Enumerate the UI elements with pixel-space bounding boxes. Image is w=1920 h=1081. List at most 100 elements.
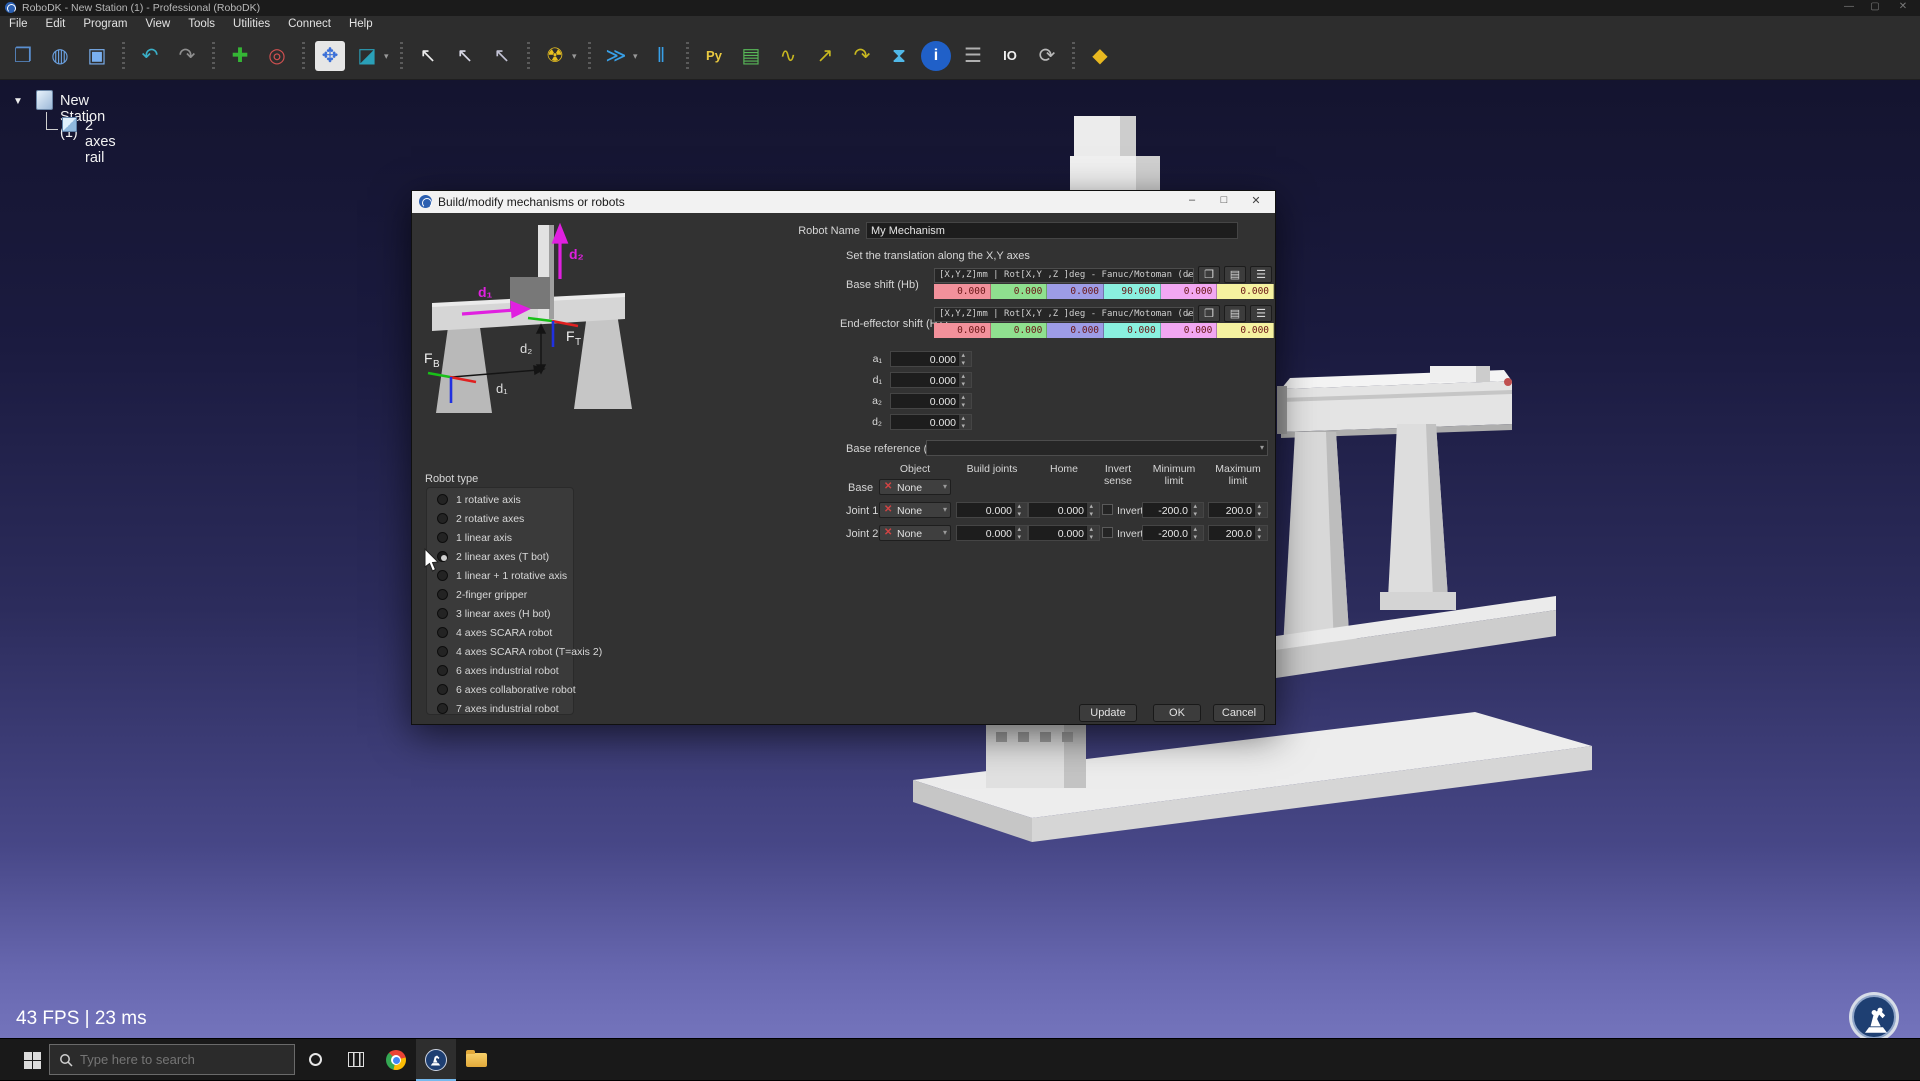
dialog-close-icon[interactable]: ✕ [1244, 194, 1268, 207]
spinner-icon[interactable] [958, 352, 971, 366]
dialog-title-bar[interactable]: Build/modify mechanisms or robots – □ ✕ [412, 191, 1275, 213]
tool-shift-value-cell[interactable]: 0.000 [1161, 323, 1218, 338]
joint1-object-dropdown[interactable]: ✕None ▾ [879, 502, 951, 518]
radio-icon[interactable] [437, 684, 448, 695]
save-station-icon[interactable]: ▣ [80, 39, 114, 73]
robot-type-option[interactable]: 3 linear axes (H bot) [427, 604, 573, 623]
robot-type-option[interactable]: 4 axes SCARA robot (T=axis 2) [427, 642, 573, 661]
minimize-icon[interactable]: — [1838, 1, 1860, 12]
task-view-button[interactable] [336, 1039, 376, 1081]
cancel-button[interactable]: Cancel [1213, 704, 1265, 722]
redo-icon[interactable]: ↷ [170, 39, 204, 73]
movel-instruction-icon[interactable]: ↗ [808, 39, 842, 73]
chevron-down-icon[interactable]: ▾ [633, 51, 641, 62]
menu-item[interactable]: Edit [37, 16, 75, 33]
radio-icon[interactable] [437, 513, 448, 524]
joint1-build-input[interactable]: 0.000 [956, 502, 1028, 518]
spinner-icon[interactable] [1014, 503, 1027, 517]
tool-shift-value-cell[interactable]: 0.000 [991, 323, 1048, 338]
tool-shift-value-cell[interactable]: 0.000 [934, 323, 991, 338]
joint2-min-limit-input[interactable]: -200.0 [1142, 525, 1204, 541]
select-item-icon[interactable]: ↖ [411, 39, 445, 73]
ok-button[interactable]: OK [1153, 704, 1201, 722]
close-icon[interactable]: ✕ [1892, 1, 1914, 12]
open-online-library-icon[interactable]: ◍ [43, 39, 77, 73]
spinner-icon[interactable] [1190, 503, 1203, 517]
menu-item[interactable]: File [0, 16, 37, 33]
program-call-instruction-icon[interactable]: ☰ [956, 39, 990, 73]
base-shift-value-cell[interactable]: 0.000 [991, 284, 1048, 299]
menu-item[interactable]: Help [340, 16, 382, 33]
spinner-icon[interactable] [1086, 526, 1099, 540]
movec-instruction-icon[interactable]: ↷ [845, 39, 879, 73]
spinner-icon[interactable] [1086, 503, 1099, 517]
joint1-invert-checkbox[interactable] [1102, 504, 1113, 515]
paste-pose-icon[interactable]: ▤ [1224, 266, 1246, 283]
base-shift-value-cell[interactable]: 0.000 [1161, 284, 1218, 299]
move-robot-tool-icon[interactable]: ↖ [485, 39, 519, 73]
radio-icon[interactable] [437, 608, 448, 619]
robodk-assistant-bubble[interactable] [1849, 992, 1899, 1038]
spinner-icon[interactable] [958, 415, 971, 429]
spinner-icon[interactable] [1190, 526, 1203, 540]
joint2-object-dropdown[interactable]: ✕None ▾ [879, 525, 951, 541]
menu-item[interactable]: Program [74, 16, 136, 33]
radio-icon[interactable] [437, 494, 448, 505]
maximize-icon[interactable]: ▢ [1864, 1, 1886, 12]
set-io-instruction-icon[interactable]: IO [993, 39, 1027, 73]
check-collisions-icon[interactable]: ☢ [538, 39, 572, 73]
robot-type-option[interactable]: 1 rotative axis [427, 490, 573, 509]
tool-shift-value-cell[interactable]: 0.000 [1047, 323, 1104, 338]
menu-item[interactable]: Connect [279, 16, 340, 33]
joint1-max-limit-input[interactable]: 200.0 [1208, 502, 1268, 518]
add-reference-frame-icon[interactable]: ✚ [223, 39, 257, 73]
radio-icon[interactable] [437, 532, 448, 543]
tree-item-rail[interactable]: 2 axes rail [85, 118, 116, 166]
joint2-home-input[interactable]: 0.000 [1028, 525, 1100, 541]
menu-item[interactable]: View [136, 16, 179, 33]
tool-shift-value-cell[interactable]: 0.000 [1217, 323, 1274, 338]
joint2-build-input[interactable]: 0.000 [956, 525, 1028, 541]
spinner-icon[interactable] [958, 373, 971, 387]
robodk-taskbar-button[interactable] [416, 1039, 456, 1081]
spinner-icon[interactable] [1254, 526, 1267, 540]
base-shift-value-cell[interactable]: 0.000 [1047, 284, 1104, 299]
search-input[interactable] [80, 1045, 288, 1074]
radio-icon[interactable] [437, 646, 448, 657]
move-reference-icon[interactable]: ↖ [448, 39, 482, 73]
export-simulation-icon[interactable]: ◆ [1083, 39, 1117, 73]
spinner-icon[interactable] [1014, 526, 1027, 540]
base-shift-value-cell[interactable]: 90.000 [1104, 284, 1161, 299]
pause-simulation-icon[interactable]: ‖ [644, 39, 678, 73]
robot-type-option[interactable]: 4 axes SCARA robot [427, 623, 573, 642]
parameter-input[interactable]: 0.000 [890, 372, 972, 388]
robot-type-option[interactable]: 2 rotative axes [427, 509, 573, 528]
base-shift-value-cell[interactable]: 0.000 [934, 284, 991, 299]
file-explorer-button[interactable] [456, 1039, 496, 1081]
chrome-button[interactable] [376, 1039, 416, 1081]
cortana-button[interactable] [296, 1039, 336, 1081]
rail-object-icon[interactable] [62, 117, 77, 132]
update-button[interactable]: Update [1079, 704, 1137, 722]
robot-type-option[interactable]: 7 axes industrial robot [427, 699, 573, 718]
show-message-instruction-icon[interactable]: i [921, 41, 951, 71]
robot-type-option[interactable]: 2 linear axes (T bot) [427, 547, 573, 566]
movej-instruction-icon[interactable]: ∿ [771, 39, 805, 73]
chevron-down-icon[interactable]: ▾ [572, 51, 580, 62]
robot-type-option[interactable]: 1 linear + 1 rotative axis [427, 566, 573, 585]
pause-instruction-icon[interactable]: ⧗ [882, 39, 916, 73]
tree-expander-icon[interactable]: ▼ [13, 96, 23, 107]
robot-name-input[interactable] [866, 222, 1238, 239]
chevron-down-icon[interactable]: ▾ [384, 51, 392, 62]
dialog-minimize-icon[interactable]: – [1180, 194, 1204, 206]
run-on-robot-icon[interactable]: ⟳ [1030, 39, 1064, 73]
radio-icon[interactable] [437, 627, 448, 638]
open-project-icon[interactable]: ❐ [6, 39, 40, 73]
base-shift-value-cell[interactable]: 0.000 [1217, 284, 1274, 299]
fit-to-screen-icon[interactable]: ✥ [315, 41, 345, 71]
parameter-input[interactable]: 0.000 [890, 393, 972, 409]
spinner-icon[interactable] [1254, 503, 1267, 517]
base-pose-format-dropdown[interactable]: [X,Y,Z]mm | Rot[X,Y ,Z ]deg - Fanuc/Moto… [934, 268, 1194, 283]
base-object-dropdown[interactable]: ✕None ▾ [879, 479, 951, 495]
joint2-max-limit-input[interactable]: 200.0 [1208, 525, 1268, 541]
